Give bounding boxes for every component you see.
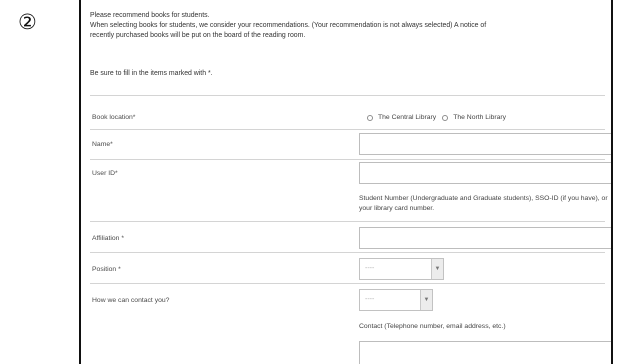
book-location-radio-group: The Central Library The North Library <box>367 114 512 121</box>
name-label: Name* <box>92 141 113 148</box>
user-id-label: User ID* <box>92 170 118 177</box>
chevron-down-icon: ▼ <box>423 297 430 303</box>
user-id-input[interactable] <box>359 162 611 184</box>
contact-hint: Contact (Telephone number, email address… <box>359 323 506 330</box>
section-divider <box>90 95 605 96</box>
form-intro-text: Please recommend books for students. Whe… <box>90 11 610 41</box>
book-location-label: Book location* <box>92 114 136 121</box>
affiliation-input[interactable] <box>359 227 611 249</box>
north-library-radio[interactable] <box>442 114 449 121</box>
north-library-option-label[interactable]: The North Library <box>453 114 506 121</box>
central-library-option-label[interactable]: The Central Library <box>378 114 436 121</box>
row-divider <box>90 159 605 160</box>
contact-method-label: How we can contact you? <box>92 297 170 304</box>
position-label: Position * <box>92 266 121 273</box>
row-divider <box>90 252 605 253</box>
name-input[interactable] <box>359 133 611 155</box>
user-id-hint: Student Number (Undergraduate and Gradua… <box>359 195 608 212</box>
contact-method-selected-value: ---- <box>365 296 375 303</box>
position-selected-value: ---- <box>365 265 375 272</box>
row-divider <box>90 283 605 284</box>
required-fields-note: Be sure to fill in the items marked with… <box>90 70 213 77</box>
book-recommendation-form-panel: Please recommend books for students. Whe… <box>79 0 613 364</box>
central-library-radio[interactable] <box>367 114 373 121</box>
intro-line-2: When selecting books for students, we co… <box>90 22 487 29</box>
contact-method-dropdown-toggle[interactable]: ▼ <box>420 290 432 310</box>
row-divider <box>90 129 605 130</box>
position-dropdown-toggle[interactable]: ▼ <box>431 259 443 279</box>
step-number-marker: ② <box>18 10 37 34</box>
chevron-down-icon: ▼ <box>434 266 441 272</box>
affiliation-label: Affiliation * <box>92 235 124 242</box>
row-divider <box>90 221 605 222</box>
intro-line-3: recently purchased books will be put on … <box>90 32 306 39</box>
contact-input[interactable] <box>359 341 611 364</box>
intro-line-1: Please recommend books for students. <box>90 12 210 19</box>
position-select[interactable]: ---- ▼ <box>359 258 444 280</box>
contact-method-select[interactable]: ---- ▼ <box>359 289 433 311</box>
